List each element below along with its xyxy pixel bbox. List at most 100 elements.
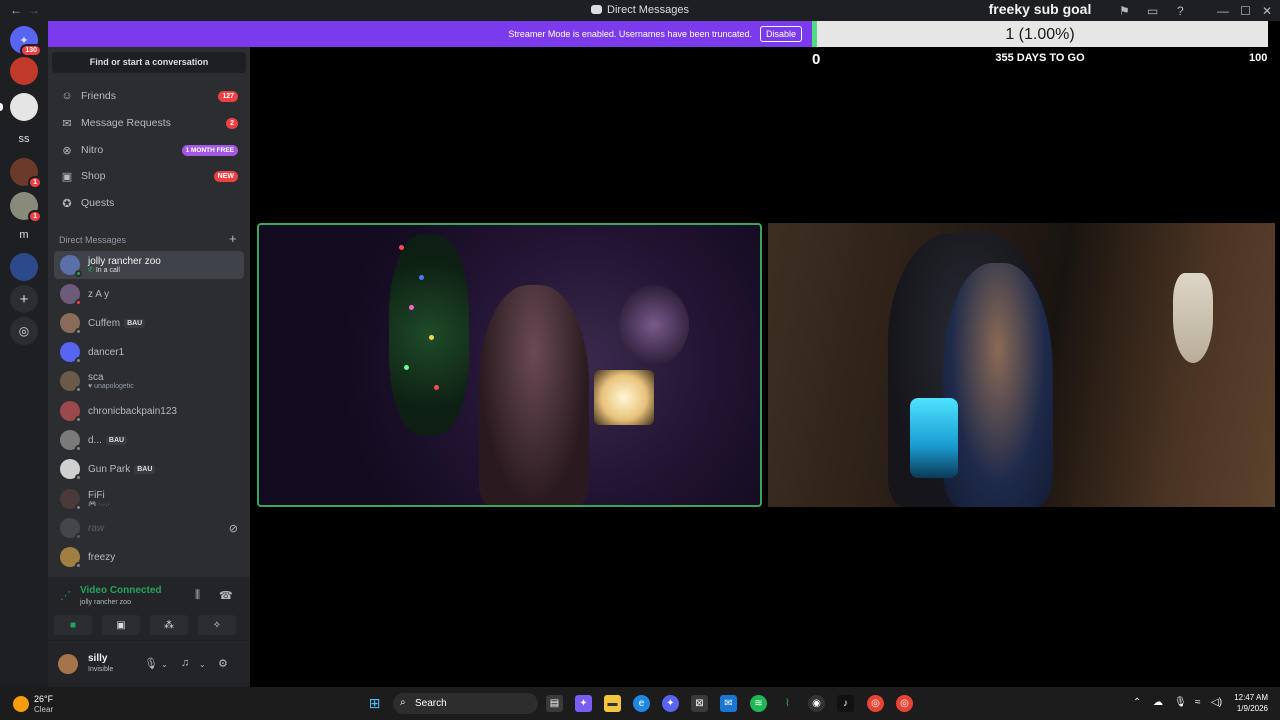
avatar[interactable] — [58, 654, 78, 674]
weather-temp[interactable]: 26°F — [34, 694, 53, 704]
store-icon[interactable]: ⊠ — [691, 695, 708, 712]
friends-icon: ☺ — [61, 90, 73, 102]
disable-button[interactable]: Disable — [759, 26, 802, 42]
voice-status[interactable]: Video Connected — [80, 585, 162, 596]
avatar — [60, 255, 82, 277]
nav-shop-label: Shop — [81, 170, 106, 182]
server-m-label: m — [19, 229, 29, 241]
video-tile[interactable] — [257, 223, 762, 507]
goal-days-left: 355 DAYS TO GO — [995, 52, 1085, 64]
tiktok-icon[interactable]: ♪ — [837, 695, 854, 712]
nav-nitro[interactable]: ⊗ Nitro 1 MONTH FREE — [54, 138, 244, 162]
voice-channel[interactable]: jolly rancher zoo — [80, 599, 131, 606]
status-dot — [75, 386, 82, 393]
weather-condition[interactable]: Clear — [34, 705, 53, 714]
server-ss[interactable]: ss — [10, 125, 38, 153]
chrome-icon[interactable]: ◎ — [896, 695, 913, 712]
dm-item[interactable]: raw ⊘ — [54, 514, 244, 542]
activities-button[interactable]: ⁂ — [150, 615, 188, 635]
volume-icon[interactable]: ◁) — [1211, 697, 1222, 708]
dm-name: sca — [88, 371, 104, 383]
noise-suppression-icon[interactable]: ⫼ — [195, 589, 200, 602]
weather-moon-icon[interactable] — [13, 696, 29, 712]
status-dot — [75, 328, 82, 335]
activities-icon: ⁂ — [164, 619, 174, 631]
discover-icon[interactable]: ◎ — [10, 317, 38, 345]
task-view-icon[interactable]: ▤ — [546, 695, 563, 712]
home-mention-badge: 130 — [20, 44, 42, 57]
server-avatar-icon[interactable]: 1 — [10, 192, 42, 223]
outlook-icon[interactable]: ✉ — [720, 695, 737, 712]
dm-item[interactable]: sca ♥ unapologetic — [54, 367, 244, 395]
cloud-icon[interactable]: ☁ — [1153, 697, 1163, 708]
copilot-icon[interactable]: ✦ — [575, 695, 592, 712]
chevron-down-icon[interactable]: ⌄ — [161, 660, 168, 669]
clock-date[interactable]: 1/9/2026 — [1226, 704, 1268, 713]
app-icon[interactable]: ⌇ — [779, 695, 796, 712]
steelseries-icon[interactable]: ◉ — [808, 695, 825, 712]
tree-lights — [399, 245, 404, 250]
dm-item[interactable]: jolly rancher zoo ✆ In a call — [54, 251, 244, 279]
server-badge: 1 — [28, 210, 42, 223]
banner-message: Streamer Mode is enabled. Usernames have… — [508, 29, 752, 39]
discord-taskbar-icon[interactable]: ✦ — [662, 695, 679, 712]
video-tile[interactable] — [768, 223, 1275, 507]
edge-browser-icon[interactable]: e — [633, 695, 650, 712]
server-avatar-icon[interactable] — [10, 253, 38, 281]
add-dm-icon[interactable]: + — [229, 231, 237, 246]
camera-button[interactable]: ■ — [54, 615, 92, 635]
server-avatar-icon[interactable] — [10, 93, 38, 121]
dm-name: Cuffem — [88, 317, 121, 329]
dm-name: FiFi — [88, 489, 105, 501]
friends-badge: 127 — [218, 90, 238, 102]
dm-item[interactable]: dancer1 — [54, 338, 244, 366]
server-avatar-icon[interactable] — [10, 57, 38, 85]
disconnect-icon[interactable]: ☎ — [219, 589, 233, 602]
soundboard-button[interactable]: ✧ — [198, 615, 236, 635]
chevron-up-icon[interactable]: ⌃ — [1133, 697, 1141, 708]
microphone-tray-icon[interactable]: 🎙 — [1174, 697, 1187, 708]
clock-time[interactable]: 12:47 AM — [1226, 693, 1268, 702]
microphone-icon[interactable]: 🎙 — [144, 657, 158, 670]
dm-item[interactable]: chronicbackpain123 — [54, 397, 244, 425]
nav-quests[interactable]: ✪ Quests — [54, 191, 244, 215]
dm-item[interactable]: Gun Park BAU — [54, 455, 244, 483]
stocking — [1173, 273, 1213, 363]
user-name[interactable]: silly — [88, 653, 107, 664]
server-tag-badge: BAU — [105, 435, 128, 446]
goal-target: 100 — [1249, 52, 1268, 64]
file-explorer-icon[interactable]: ▬ — [604, 695, 621, 712]
dm-item[interactable]: z A y — [54, 280, 244, 308]
search-input[interactable]: Find or start a conversation — [52, 52, 246, 73]
status-dot — [75, 474, 82, 481]
quests-icon: ✪ — [62, 197, 72, 210]
avatar — [60, 342, 82, 364]
spotify-icon[interactable]: ≋ — [750, 695, 767, 712]
screen-share-button[interactable]: ▣ — [102, 615, 140, 635]
nav-message-requests-label: Message Requests — [81, 117, 171, 129]
server-avatar-icon[interactable]: 1 — [10, 158, 42, 189]
settings-gear-icon[interactable]: ⚙ — [218, 657, 228, 670]
nav-shop[interactable]: ▣ Shop NEW — [54, 164, 244, 188]
taskbar-search[interactable]: ⌕ Search — [393, 693, 538, 714]
chrome-icon[interactable]: ◎ — [867, 695, 884, 712]
person-silhouette — [943, 263, 1053, 507]
nav-message-requests[interactable]: ✉ Message Requests 2 — [54, 111, 244, 135]
server-m[interactable]: m — [10, 221, 38, 249]
dm-item[interactable]: Cuffem BAU — [54, 309, 244, 337]
dm-name-row: Cuffem BAU — [88, 317, 146, 329]
avatar — [60, 518, 82, 540]
dm-item[interactable]: freezy — [54, 543, 244, 571]
add-server-icon[interactable]: + — [10, 285, 38, 313]
dm-item[interactable]: FiFi 🎮 ·.·.· — [54, 485, 244, 513]
nav-friends[interactable]: ☺ Friends 127 — [54, 84, 244, 108]
blocked-icon[interactable]: ⊘ — [229, 522, 238, 535]
headphones-icon[interactable]: ♫ — [181, 657, 189, 669]
wifi-icon[interactable]: ≈ — [1195, 697, 1201, 708]
chevron-down-icon[interactable]: ⌄ — [199, 660, 206, 669]
windows-start-icon[interactable]: ⊞ — [366, 695, 383, 712]
discord-logo-icon — [591, 5, 603, 14]
streamer-mode-banner: Streamer Mode is enabled. Usernames have… — [48, 21, 812, 47]
discord-home-icon[interactable]: ✦ 130 — [10, 26, 42, 57]
dm-item[interactable]: d... BAU — [54, 426, 244, 454]
